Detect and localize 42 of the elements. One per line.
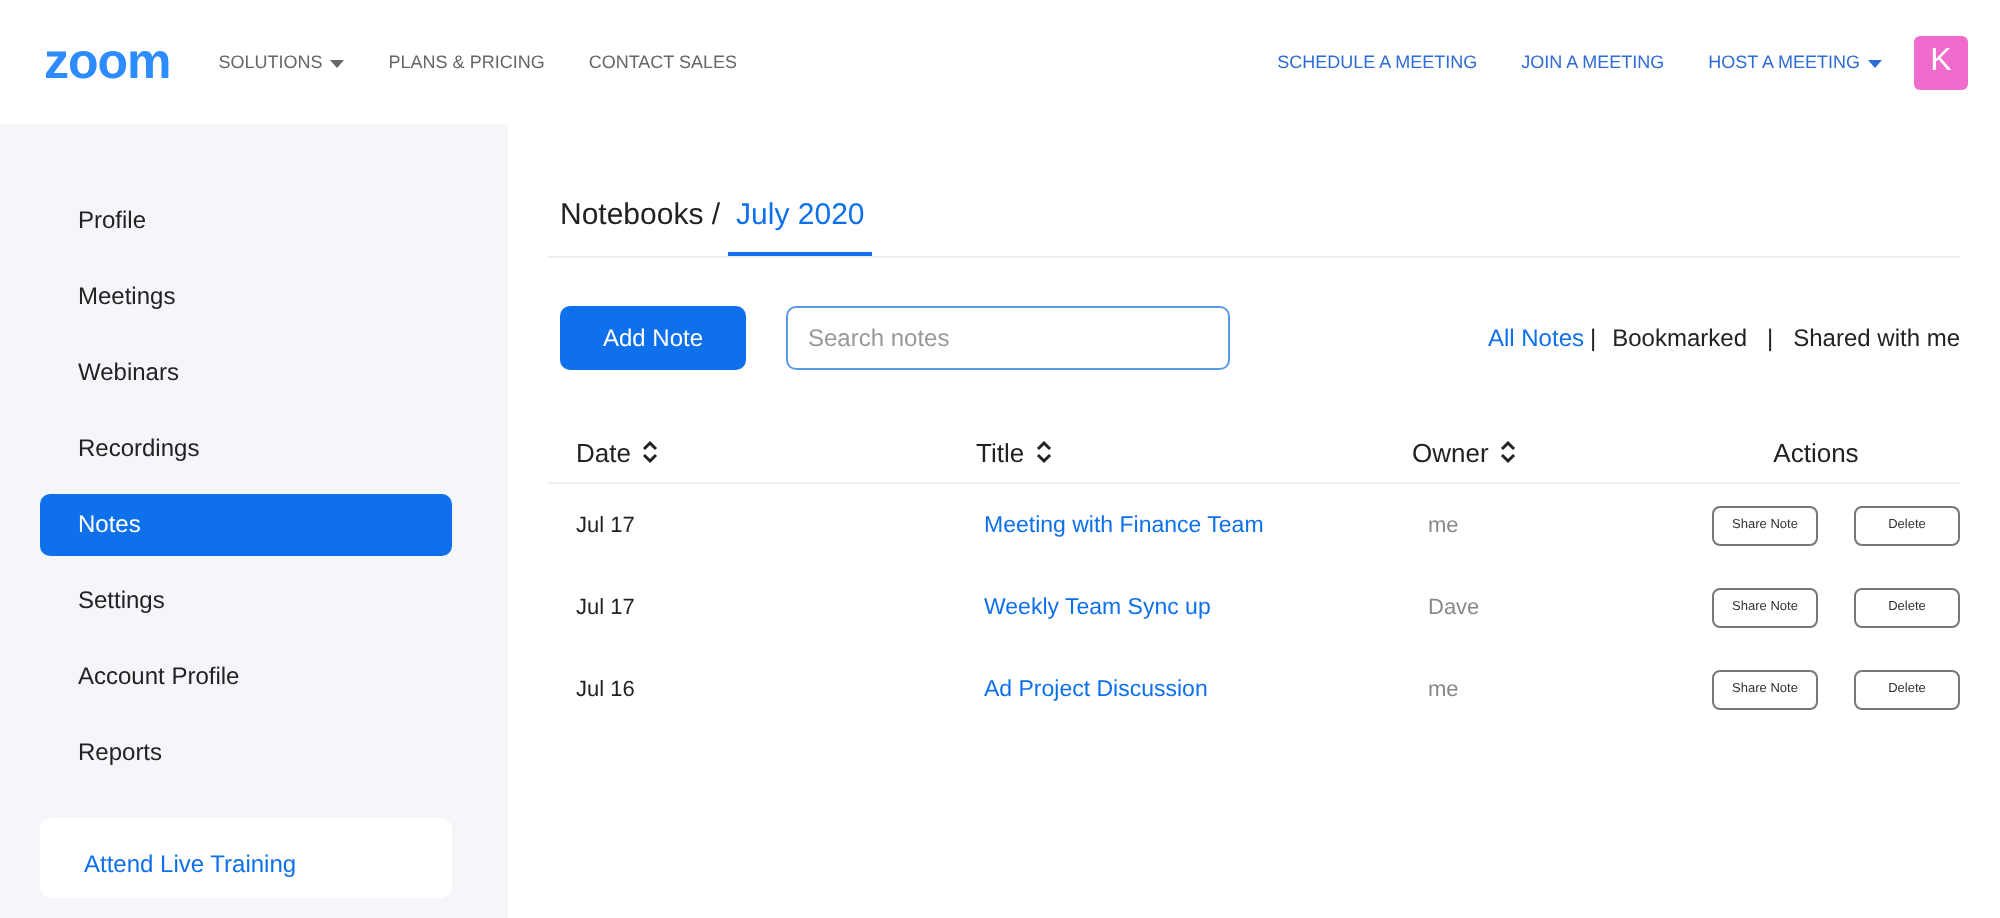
breadcrumb-current[interactable]: July 2020	[728, 198, 873, 256]
sidebar-item[interactable]: Settings	[40, 570, 452, 632]
sort-icon[interactable]	[642, 440, 659, 464]
filter-link[interactable]: Shared with me	[1793, 324, 1960, 352]
search-field[interactable]: Search notes	[786, 306, 1230, 370]
nav-link[interactable]: CONTACT SALES	[588, 52, 738, 72]
training-link[interactable]: Attend Live Training	[84, 850, 297, 878]
caret-icon	[330, 59, 345, 68]
breadcrumb-parent[interactable]: Notebooks /	[548, 198, 729, 256]
filter-link[interactable]: All Notes	[1487, 324, 1584, 352]
date-cell: Jul 17	[576, 595, 635, 619]
separator: |	[1767, 324, 1774, 352]
nav-link[interactable]: SOLUTIONS	[218, 52, 345, 72]
owner-cell-text: me	[1426, 513, 1459, 537]
owner-cell-text: Dave	[1426, 595, 1480, 619]
sort-icon[interactable]	[1036, 440, 1053, 464]
sidebar-item[interactable]: Notes	[40, 494, 452, 556]
date-cell: Jul 17	[576, 513, 635, 537]
column-header[interactable]: Title	[976, 437, 1053, 467]
add-note-button[interactable]: Add Note	[560, 306, 746, 370]
column-header[interactable]: Date	[576, 437, 659, 467]
note-title-link[interactable]: Weekly Team Sync up	[976, 595, 1211, 619]
nav-link[interactable]: SCHEDULE A MEETING	[1277, 52, 1478, 72]
date-cell: Jul 16	[576, 677, 635, 701]
sidebar-item[interactable]: Reports	[40, 722, 452, 784]
note-title-link[interactable]: Ad Project Discussion	[976, 677, 1208, 701]
nav-link[interactable]: JOIN A MEETING	[1521, 52, 1665, 72]
sidebar-item[interactable]: Profile	[40, 190, 452, 252]
note-title-link[interactable]: Meeting with Finance Team	[976, 513, 1264, 537]
sidebar-item[interactable]: Meetings	[40, 266, 452, 328]
sidebar-item[interactable]: Webinars	[40, 342, 452, 404]
sidebar-item[interactable]: Account Profile	[40, 646, 452, 708]
nav-link[interactable]: PLANS & PRICING	[388, 52, 545, 72]
column-header[interactable]: Owner	[1412, 437, 1517, 467]
caret-icon	[1868, 59, 1882, 68]
sidebar-item[interactable]: Recordings	[40, 418, 452, 480]
nav-link[interactable]: HOST A MEETING	[1708, 52, 1882, 72]
owner-cell-text: me	[1426, 677, 1459, 701]
column-header: Actions	[1773, 437, 1859, 467]
separator: |	[1590, 324, 1597, 352]
filter-link[interactable]: Bookmarked	[1612, 324, 1747, 352]
sort-icon[interactable]	[1500, 440, 1517, 464]
